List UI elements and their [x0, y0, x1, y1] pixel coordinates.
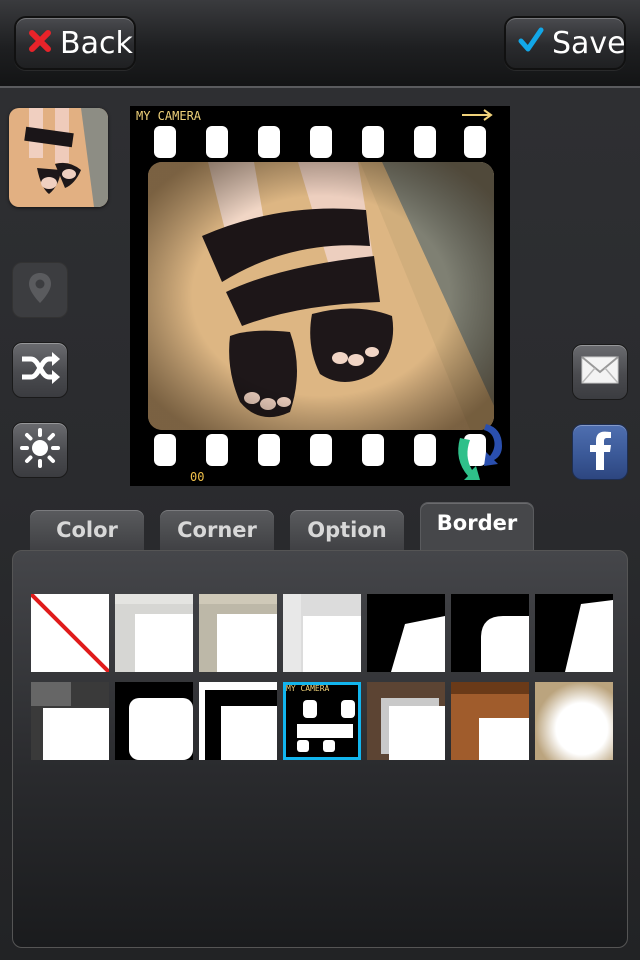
- facebook-icon: [586, 430, 614, 474]
- svg-text:MY CAMERA: MY CAMERA: [286, 684, 330, 693]
- shuffle-icon: [19, 350, 61, 390]
- border-option-black-round-corner[interactable]: [451, 594, 529, 672]
- tab-border[interactable]: Border: [420, 502, 534, 552]
- email-button[interactable]: [572, 344, 628, 400]
- brightness-button[interactable]: [12, 422, 68, 478]
- sun-icon: [20, 428, 60, 472]
- shuffle-button[interactable]: [12, 342, 68, 398]
- facebook-button[interactable]: [572, 424, 628, 480]
- border-option-white-paper[interactable]: [115, 594, 193, 672]
- border-option-wood-ornate[interactable]: [451, 682, 529, 760]
- back-label: Back: [60, 25, 133, 61]
- top-bar: Back Save: [0, 0, 640, 88]
- border-option-grunge-light[interactable]: [31, 682, 109, 760]
- border-option-grunge-white[interactable]: [115, 682, 193, 760]
- border-panel: MY CAMERA: [12, 550, 628, 948]
- app-root: Back Save MY CAMERA 00 Color Corner Opti…: [0, 0, 640, 960]
- border-option-vintage-fade[interactable]: [535, 682, 613, 760]
- frame-counter: 00: [190, 470, 204, 484]
- border-option-wood-metal[interactable]: [367, 682, 445, 760]
- rotate-icon[interactable]: [450, 420, 508, 486]
- border-option-black-cut-corner-2[interactable]: [535, 594, 613, 672]
- back-button[interactable]: Back: [14, 16, 136, 70]
- film-brand-text: MY CAMERA: [136, 109, 202, 123]
- photo-preview[interactable]: MY CAMERA 00: [130, 106, 510, 486]
- border-option-brush-black[interactable]: [199, 682, 277, 760]
- envelope-icon: [581, 356, 619, 388]
- tab-color[interactable]: Color: [30, 510, 144, 550]
- save-label: Save: [552, 25, 626, 61]
- save-button[interactable]: Save: [504, 16, 626, 70]
- close-icon: [28, 26, 52, 61]
- location-button[interactable]: [12, 262, 68, 318]
- location-pin-icon: [26, 271, 54, 309]
- original-thumbnail[interactable]: [9, 108, 108, 207]
- border-option-black-cut-corner[interactable]: [367, 594, 445, 672]
- border-option-beige-paper[interactable]: [199, 594, 277, 672]
- checkmark-icon: [518, 26, 544, 61]
- border-option-striped-corner[interactable]: [283, 594, 361, 672]
- border-option-film-strip[interactable]: MY CAMERA: [283, 682, 361, 760]
- border-option-none[interactable]: [31, 594, 109, 672]
- tab-corner[interactable]: Corner: [160, 510, 274, 550]
- tab-option[interactable]: Option: [290, 510, 404, 550]
